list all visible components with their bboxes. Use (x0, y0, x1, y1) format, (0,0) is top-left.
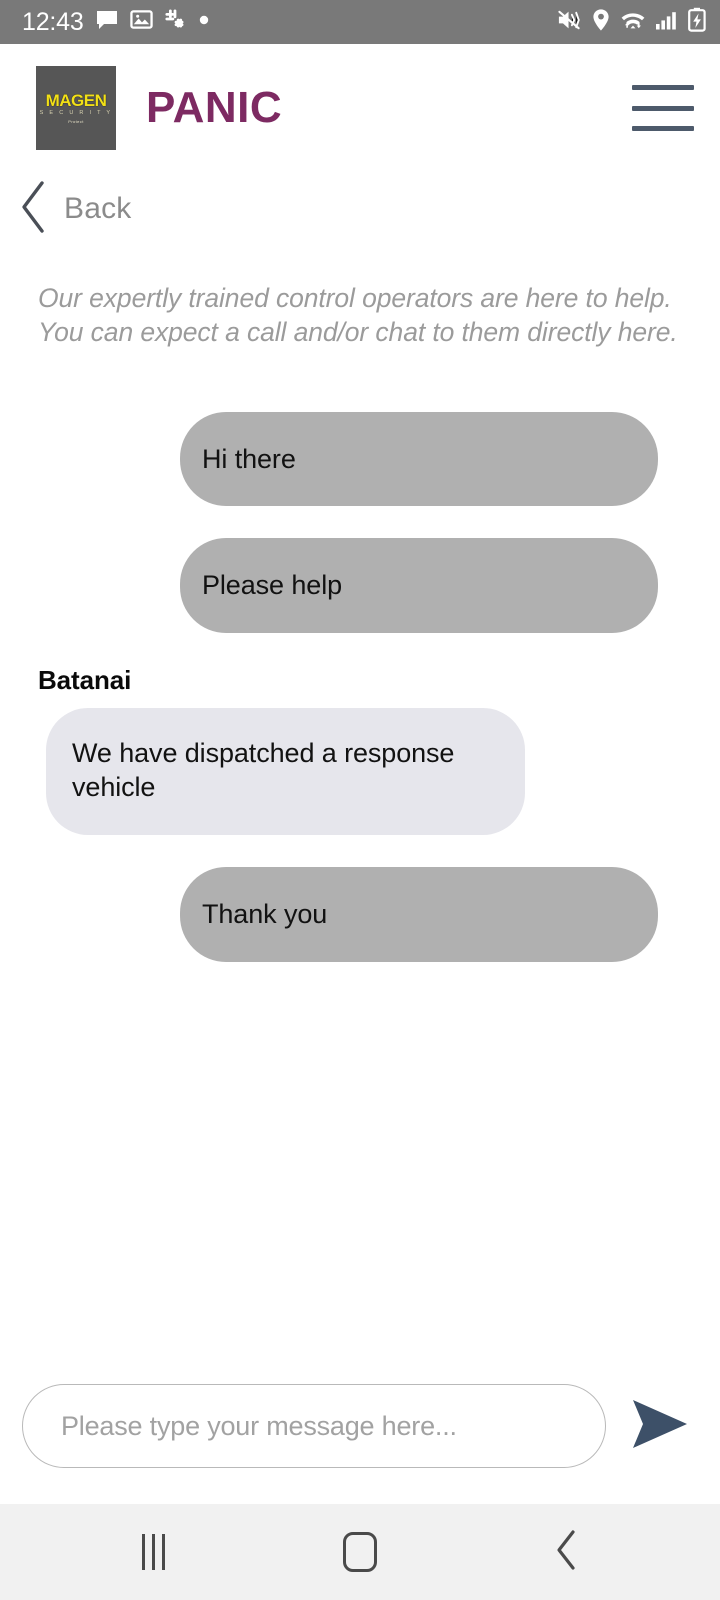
message-icon (95, 8, 119, 37)
chat-thread: Hi there Please help Batanai We have dis… (0, 350, 720, 1384)
message-composer: Please type your message here... (0, 1384, 720, 1504)
back-button[interactable]: Back (0, 172, 720, 246)
mute-vibrate-icon (557, 8, 582, 37)
chat-message-row: We have dispatched a response vehicle (0, 707, 720, 835)
hamburger-line-2 (632, 105, 694, 111)
system-back-button[interactable] (522, 1517, 612, 1587)
chat-bubble-outgoing: Hi there (180, 411, 658, 507)
message-input-placeholder: Please type your message here... (61, 1410, 457, 1441)
photo-icon (129, 8, 153, 36)
home-button[interactable] (315, 1517, 405, 1587)
magen-security-logo: MAGEN S E C U R I T Y Protect (36, 66, 116, 150)
wifi-icon (620, 8, 646, 37)
status-bar: 12:43 (0, 0, 720, 44)
chat-message-row: Please help (0, 538, 720, 633)
app-header: MAGEN S E C U R I T Y Protect PANIC (0, 44, 720, 172)
page-title: PANIC (146, 83, 283, 132)
chat-bubble-incoming: We have dispatched a response vehicle (46, 707, 525, 835)
chevron-left-icon (14, 179, 54, 240)
hamburger-line-1 (632, 85, 694, 90)
hamburger-line-3 (632, 126, 694, 131)
chat-message-row: Hi there (0, 411, 720, 507)
status-bar-right (557, 7, 706, 37)
chat-sender-block: Batanai We have dispatched a response ve… (0, 665, 720, 835)
recents-icon (141, 1534, 165, 1570)
chat-sender-name: Batanai (38, 664, 132, 695)
hamburger-icon[interactable] (632, 85, 694, 131)
intro-text: Our expertly trained control operators a… (0, 246, 720, 350)
intro-line-1: Our expertly trained control operators a… (38, 283, 672, 313)
slack-icon (164, 8, 187, 36)
dot-icon (198, 13, 210, 31)
back-button-label: Back (64, 192, 132, 225)
send-button[interactable] (624, 1390, 696, 1462)
location-icon (591, 8, 611, 37)
battery-charging-icon (688, 7, 706, 37)
chat-bubble-outgoing: Please help (180, 538, 658, 633)
chat-bubble-outgoing: Thank you (180, 867, 658, 962)
logo-wordmark: MAGEN (45, 91, 107, 111)
recents-button[interactable] (108, 1517, 198, 1587)
system-navigation-bar (0, 1504, 720, 1600)
message-input[interactable]: Please type your message here... (22, 1384, 606, 1468)
intro-line-2: You can expect a call and/or chat to the… (38, 316, 678, 347)
status-bar-left: 12:43 (22, 8, 210, 37)
signal-icon (655, 8, 679, 37)
send-arrow-icon (629, 1396, 691, 1457)
home-icon (342, 1532, 377, 1572)
logo-tagline: Protect (68, 118, 84, 124)
logo-subtitle: S E C U R I T Y (39, 110, 113, 117)
chat-message-row: Thank you (0, 867, 720, 962)
status-time: 12:43 (22, 7, 84, 36)
chevron-left-icon (554, 1529, 580, 1576)
